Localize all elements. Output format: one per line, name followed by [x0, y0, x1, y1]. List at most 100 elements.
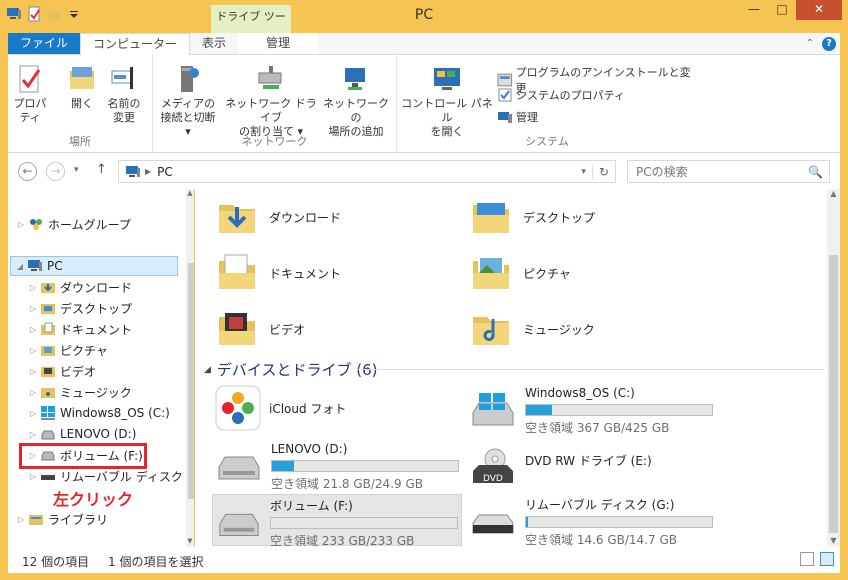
ribbon: プロパティ 開く 名前の 変更 場所 メディアの 接続と切断 ▾ ネットワーク [8, 55, 840, 153]
folder-music[interactable]: ミュージック [469, 307, 595, 351]
back-button[interactable]: ← [18, 162, 37, 181]
group-system-label: システム [525, 135, 569, 148]
scroll-up-icon[interactable]: ▲ [186, 189, 194, 197]
tab-view[interactable]: 表示 [190, 33, 238, 54]
properties-button[interactable]: プロパティ [12, 63, 48, 125]
close-button[interactable]: ✕ [796, 0, 842, 20]
scroll-down-icon[interactable]: ▼ [827, 536, 840, 545]
network-location-icon [345, 68, 365, 90]
properties-label: プロパティ [13, 97, 47, 124]
view-buttons [800, 552, 834, 566]
music-folder-icon [41, 388, 55, 398]
nav-drive-g[interactable]: ▷リムーバブル ディスク (G:) [28, 466, 194, 486]
title-bar: ドライブ ツール PC — □ ✕ [0, 0, 848, 47]
folder-documents[interactable]: ドキュメント [215, 251, 341, 295]
refresh-icon[interactable]: ↻ [591, 164, 615, 179]
properties-icon [19, 65, 41, 93]
search-input[interactable]: PCの検索 🔍 [627, 160, 830, 183]
control-panel-label-1: コントロール パネル [401, 97, 493, 124]
nav-desktop[interactable]: ▷ デスクトップ [28, 298, 132, 318]
up-button[interactable]: ↑ [96, 162, 107, 177]
breadcrumb-pc[interactable]: PC [157, 165, 173, 179]
tab-computer[interactable]: コンピューター [80, 33, 191, 56]
ribbon-tabs: ファイル コンピューター 表示 管理 ⌃ ? [8, 33, 840, 56]
usage-fill [526, 405, 553, 415]
address-dropdown-icon[interactable]: ▾ [575, 167, 592, 177]
usage-fill [526, 517, 528, 527]
large-icons-view-icon[interactable] [820, 552, 834, 566]
tab-manage[interactable]: 管理 [238, 33, 319, 54]
manage-button[interactable]: 管理 [497, 109, 538, 125]
usage-fill [272, 461, 295, 471]
scroll-down-icon[interactable]: ▼ [186, 537, 194, 545]
open-button[interactable]: 開く [64, 63, 100, 111]
nav-library[interactable]: ▷ ライブラリ [16, 509, 108, 529]
pc-icon [28, 260, 42, 271]
forward-button[interactable]: → [46, 162, 65, 181]
nav-downloads[interactable]: ▷ ダウンロード [28, 277, 132, 297]
window-controls: — □ ✕ [740, 0, 842, 20]
folder-downloads[interactable]: ダウンロード [215, 195, 341, 239]
computer-management-icon [498, 112, 512, 123]
expand-arrow-icon[interactable]: ▷ [16, 220, 26, 229]
folder-pictures[interactable]: ピクチャ [469, 251, 571, 295]
expand-ribbon-icon[interactable]: ⌃ [806, 38, 814, 49]
drive-f[interactable]: ボリューム (F:) 空き領域 233 GB/233 GB [212, 494, 462, 547]
nav-videos[interactable]: ▷ ビデオ [28, 361, 96, 381]
tab-file[interactable]: ファイル [8, 33, 81, 54]
section-devices[interactable]: ◢ デバイスとドライブ (6) [204, 359, 378, 380]
programs-icon [497, 73, 513, 87]
dvd-drive-icon: DVD [473, 448, 513, 484]
folder-desktop[interactable]: デスクトップ [469, 195, 595, 239]
nav-drive-d[interactable]: ▷ LENOVO (D:) [28, 424, 136, 444]
map-network-drive-button[interactable]: ネットワーク ドライブ の割り当て ▾ [223, 63, 319, 139]
details-view-icon[interactable] [800, 552, 814, 566]
downloads-folder-icon [219, 205, 255, 233]
pc-icon [126, 165, 140, 177]
group-network-label: ネットワーク [241, 135, 308, 148]
nav-homegroup[interactable]: ▷ ホームグループ [16, 214, 131, 234]
addloc-label-1: ネットワークの [323, 97, 389, 124]
usage-bar [525, 516, 713, 528]
usage-bar [271, 460, 459, 472]
item-count: 12 個の項目 [22, 555, 90, 569]
drive-e[interactable]: DVD DVD RW ドライブ (E:) [469, 441, 652, 487]
nav-drive-c[interactable]: ▷ Windows8_OS (C:) [28, 403, 170, 423]
rename-button[interactable]: 名前の 変更 [104, 63, 144, 125]
drive-c[interactable]: Windows8_OS (C:) 空き領域 367 GB/425 GB [469, 385, 713, 436]
nav-scroll-thumb[interactable] [188, 263, 194, 499]
videos-folder-icon [219, 313, 255, 345]
nav-pc[interactable]: ◢ PC [10, 256, 178, 276]
add-network-location-button[interactable]: ネットワークの 場所の追加 [323, 63, 389, 139]
group-location: プロパティ 開く 名前の 変更 場所 [8, 55, 153, 153]
media-server-icon [181, 66, 199, 92]
folder-videos[interactable]: ビデオ [215, 307, 305, 351]
maximize-button[interactable]: □ [768, 0, 796, 20]
search-icon[interactable]: 🔍 [808, 165, 829, 179]
system-properties-button[interactable]: システムのプロパティ [497, 87, 625, 103]
drive-icloud[interactable]: iCloud フォト [215, 385, 346, 431]
drive-d[interactable]: LENOVO (D:) 空き領域 21.8 GB/24.9 GB [215, 441, 459, 492]
system-properties-label: システムのプロパティ [516, 89, 626, 102]
minimize-button[interactable]: — [740, 0, 768, 20]
recent-locations-icon[interactable]: ▾ [74, 165, 79, 175]
drive-icon [218, 456, 260, 480]
nav-music[interactable]: ▷ ミュージック [28, 382, 132, 402]
nav-documents[interactable]: ▷ ドキュメント [28, 319, 132, 339]
content-scroll-thumb[interactable] [829, 255, 838, 533]
help-icon[interactable]: ? [822, 36, 836, 51]
address-bar[interactable]: ▶ PC ▾ ↻ [118, 160, 616, 183]
collapse-arrow-icon[interactable]: ◢ [204, 365, 211, 375]
collapse-arrow-icon[interactable]: ◢ [15, 262, 25, 271]
drive-g[interactable]: リムーバブル ディスク (G:) 空き領域 14.6 GB/14.7 GB [469, 497, 713, 547]
rename-label-1: 名前の [107, 97, 141, 110]
pictures-folder-icon [41, 346, 55, 356]
documents-folder-icon [41, 322, 55, 335]
homegroup-icon [30, 219, 42, 230]
control-panel-button[interactable]: コントロール パネル を開く [401, 63, 493, 139]
breadcrumb-separator[interactable]: ▶ [145, 167, 151, 176]
scroll-up-icon[interactable]: ▲ [827, 189, 840, 198]
search-placeholder: PCの検索 [636, 165, 688, 179]
nav-pictures[interactable]: ▷ ピクチャ [28, 340, 108, 360]
media-connect-button[interactable]: メディアの 接続と切断 ▾ [157, 63, 219, 139]
